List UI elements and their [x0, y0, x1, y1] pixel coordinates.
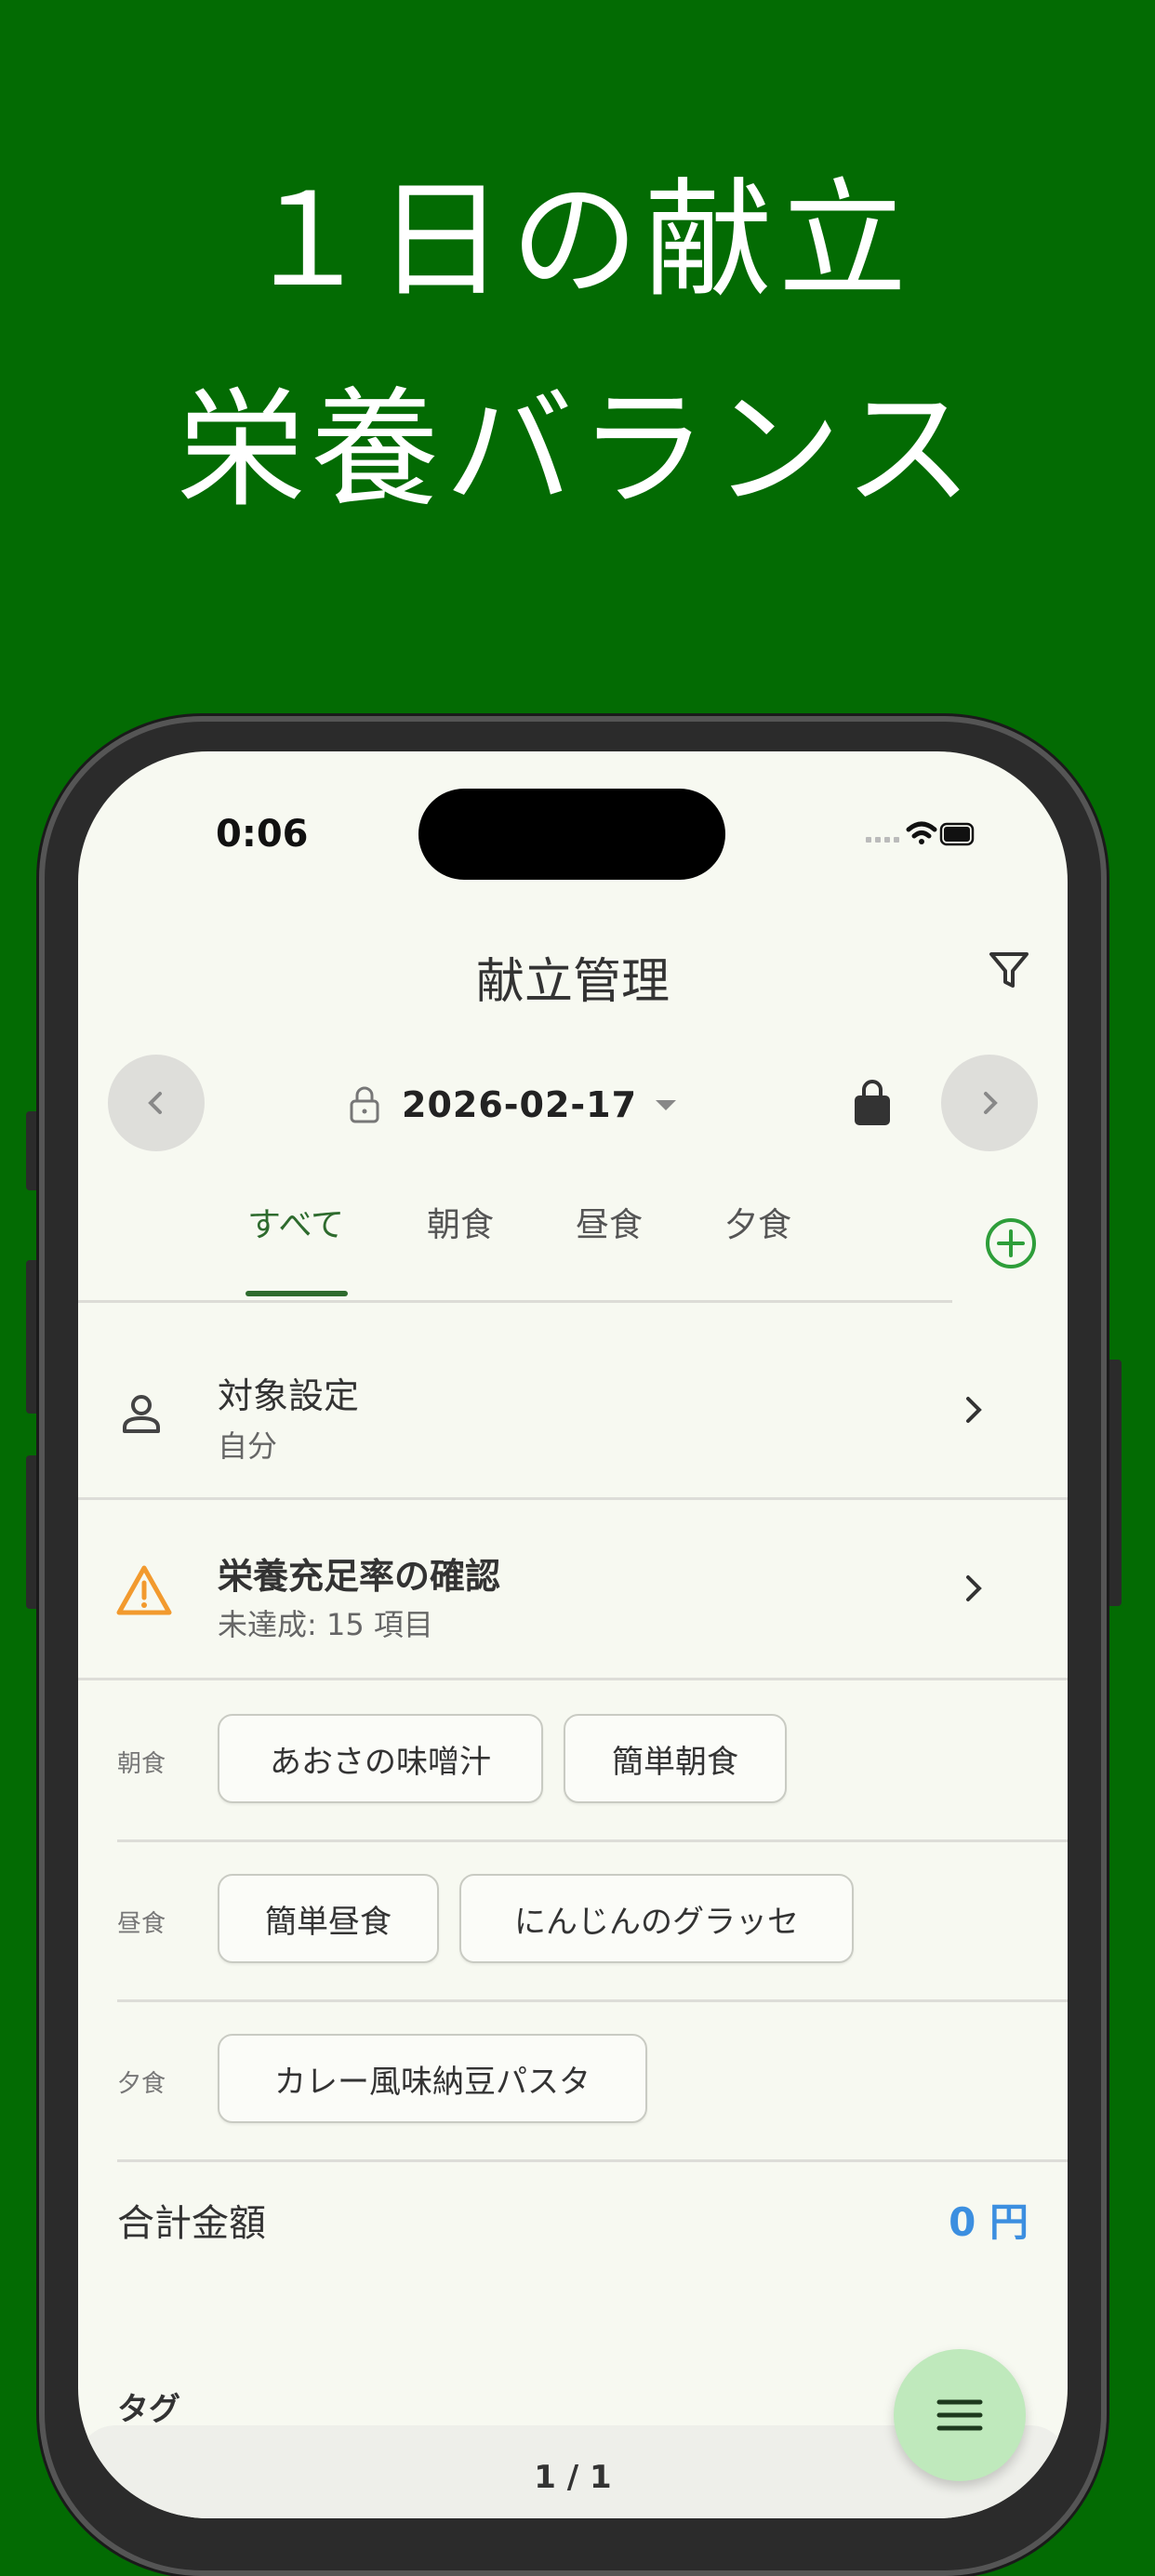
tab-all[interactable]: すべて — [247, 1198, 344, 1246]
dish-chip[interactable]: 簡単朝食 — [564, 1714, 787, 1803]
filter-icon[interactable] — [986, 947, 1032, 993]
meal-label-lunch: 昼食 — [117, 1910, 166, 1938]
shopping-bag-icon[interactable] — [849, 1079, 896, 1129]
nutrition-check-title: 栄養充足率の確認 — [218, 1556, 501, 1597]
date-selector[interactable]: 2026-02-17 — [348, 1077, 678, 1133]
promo-headline-line1: １日の献立 — [242, 166, 912, 315]
total-amount-label: 合計金額 — [117, 2202, 266, 2245]
tab-dinner[interactable]: 夕食 — [724, 1198, 791, 1246]
add-circle-icon[interactable] — [984, 1216, 1038, 1270]
nutrition-check-row[interactable]: 栄養充足率の確認 未達成: 15 項目 — [78, 1501, 1068, 1678]
target-setting-row[interactable]: 対象設定 自分 — [78, 1319, 1068, 1495]
battery-icon — [939, 822, 975, 846]
meal-label-breakfast: 朝食 — [117, 1750, 166, 1778]
wifi-icon — [906, 821, 937, 844]
next-day-button[interactable] — [941, 1055, 1038, 1151]
tab-breakfast[interactable]: 朝食 — [427, 1198, 494, 1246]
divider — [78, 1678, 1068, 1680]
meal-tabs: すべて 朝食 昼食 夕食 — [78, 1198, 1068, 1272]
signal-icon — [866, 837, 899, 843]
promo-headline-line2: 栄養バランス — [177, 375, 978, 524]
active-tab-indicator — [246, 1291, 348, 1296]
divider — [117, 2159, 1068, 2162]
caret-down-icon[interactable] — [654, 1095, 678, 1114]
target-setting-title: 対象設定 — [218, 1375, 360, 1416]
page-title: 献立管理 — [475, 954, 670, 1010]
phone-screen: 0:06 献立管理 2026-02-17 すべて 朝食 昼食 夕食 対象設定 自… — [78, 751, 1068, 2518]
divider — [117, 1999, 1068, 2002]
divider — [78, 1497, 1068, 1500]
dynamic-island — [418, 789, 725, 880]
warning-icon — [116, 1565, 172, 1615]
previous-day-button[interactable] — [108, 1055, 205, 1151]
dish-chip[interactable]: にんじんのグラッセ — [459, 1874, 854, 1963]
divider — [117, 1839, 1068, 1842]
chevron-left-icon — [148, 1092, 162, 1114]
menu-fab-button[interactable] — [894, 2349, 1026, 2481]
dish-chip[interactable]: 簡単昼食 — [218, 1874, 439, 1963]
tags-label: タグ — [117, 2391, 180, 2428]
dish-chip[interactable]: あおさの味噌汁 — [218, 1714, 543, 1803]
chevron-right-icon — [966, 1575, 982, 1601]
total-amount-value: 0 円 — [949, 2199, 1029, 2245]
nutrition-check-subtitle: 未達成: 15 項目 — [218, 1607, 433, 1642]
phone-power-button — [1107, 1360, 1122, 1606]
chevron-right-icon — [966, 1397, 982, 1423]
date-label[interactable]: 2026-02-17 — [402, 1084, 637, 1125]
menu-icon — [936, 2399, 983, 2431]
tab-lunch[interactable]: 昼食 — [576, 1198, 643, 1246]
meal-label-dinner: 夕食 — [117, 2070, 166, 2098]
person-icon — [123, 1395, 160, 1433]
lock-icon[interactable] — [348, 1084, 381, 1125]
status-icons — [866, 821, 975, 846]
tab-divider — [78, 1300, 952, 1303]
dish-chip[interactable]: カレー風味納豆パスタ — [218, 2034, 647, 2123]
chevron-right-icon — [984, 1092, 998, 1114]
status-time: 0:06 — [216, 813, 309, 856]
target-setting-subtitle: 自分 — [218, 1428, 278, 1464]
